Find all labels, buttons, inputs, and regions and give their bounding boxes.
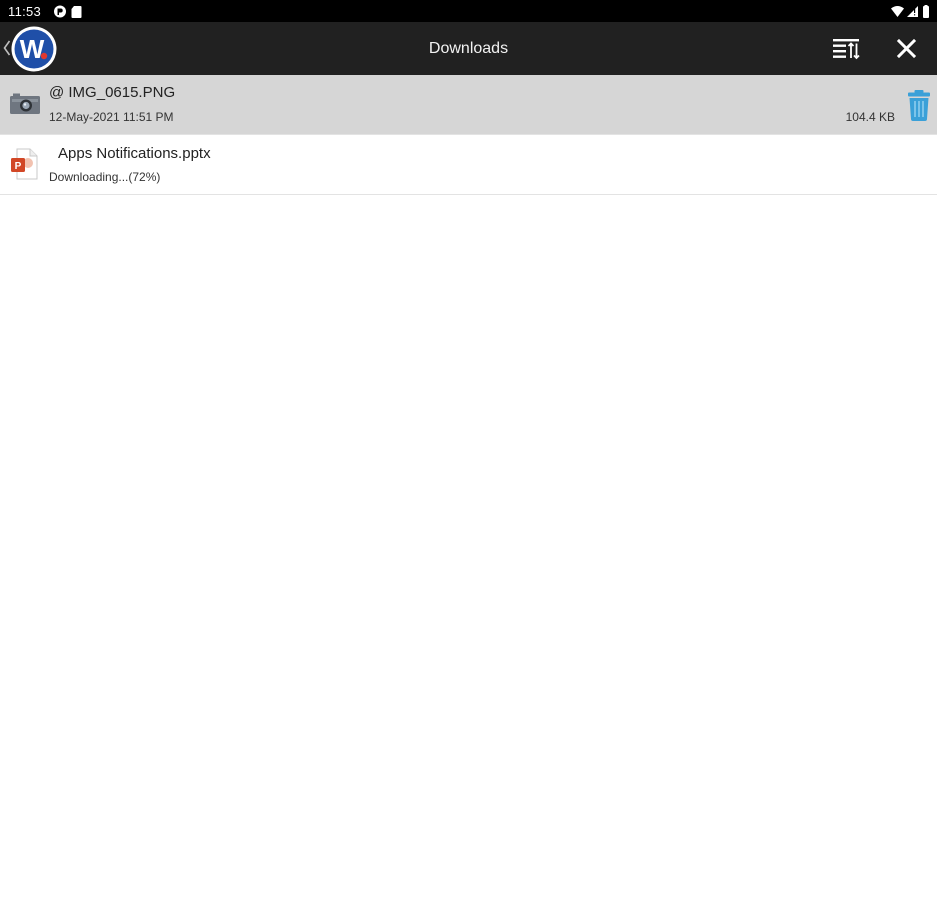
download-item-status: Downloading...(72%): [49, 170, 161, 184]
status-right-icons: [891, 5, 931, 18]
trash-icon[interactable]: [905, 88, 933, 122]
app-notification-icon: [54, 5, 66, 18]
download-item[interactable]: P Apps Notifications.pptx Downloading...…: [0, 135, 937, 195]
battery-icon: [923, 5, 929, 18]
download-item-name: Apps Notifications.pptx: [58, 145, 211, 162]
sort-filter-icon[interactable]: [826, 32, 866, 66]
svg-text:P: P: [15, 161, 22, 172]
download-item-size: 104.4 KB: [845, 110, 895, 124]
powerpoint-file-icon: P: [11, 148, 38, 180]
close-icon[interactable]: [886, 32, 926, 66]
page-title: Downloads: [428, 40, 509, 57]
download-item[interactable]: @ IMG_0615.PNG 12-May-2021 11:51 PM 104.…: [0, 75, 937, 135]
wifi-icon: [891, 6, 904, 17]
app-bar: W Downloads: [0, 22, 937, 75]
sd-card-icon: [71, 6, 82, 18]
status-left-icons: [54, 5, 86, 18]
download-list: @ IMG_0615.PNG 12-May-2021 11:51 PM 104.…: [0, 75, 937, 195]
signal-icon: [907, 6, 918, 17]
status-bar: 11:53: [0, 0, 937, 22]
download-item-date: 12-May-2021 11:51 PM: [49, 110, 174, 124]
status-time: 11:53: [8, 4, 42, 19]
camera-image-icon: [10, 93, 40, 114]
download-item-name: @ IMG_0615.PNG: [49, 84, 176, 101]
